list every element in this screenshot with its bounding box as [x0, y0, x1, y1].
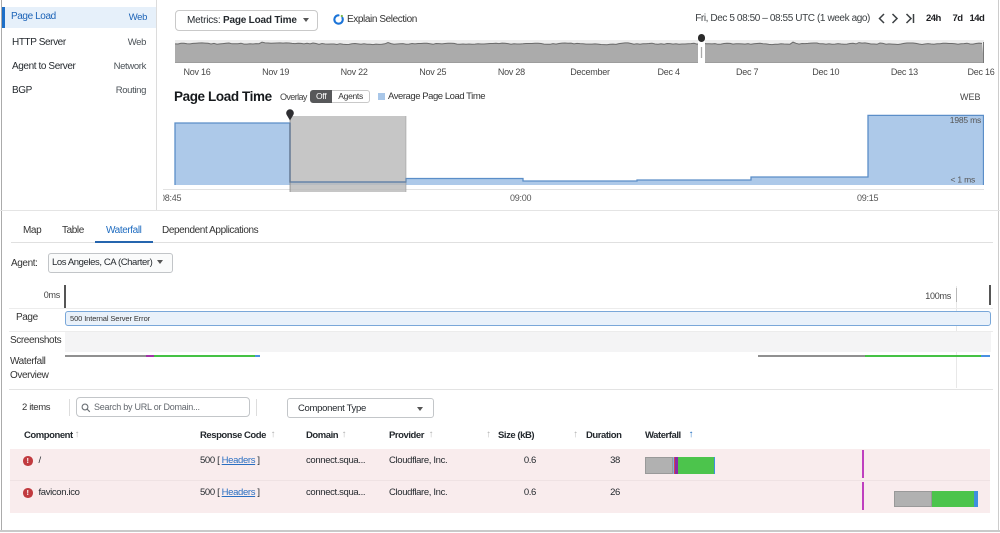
- svg-text:1985 ms: 1985 ms: [950, 115, 981, 125]
- svg-text:< 1 ms: < 1 ms: [950, 175, 975, 185]
